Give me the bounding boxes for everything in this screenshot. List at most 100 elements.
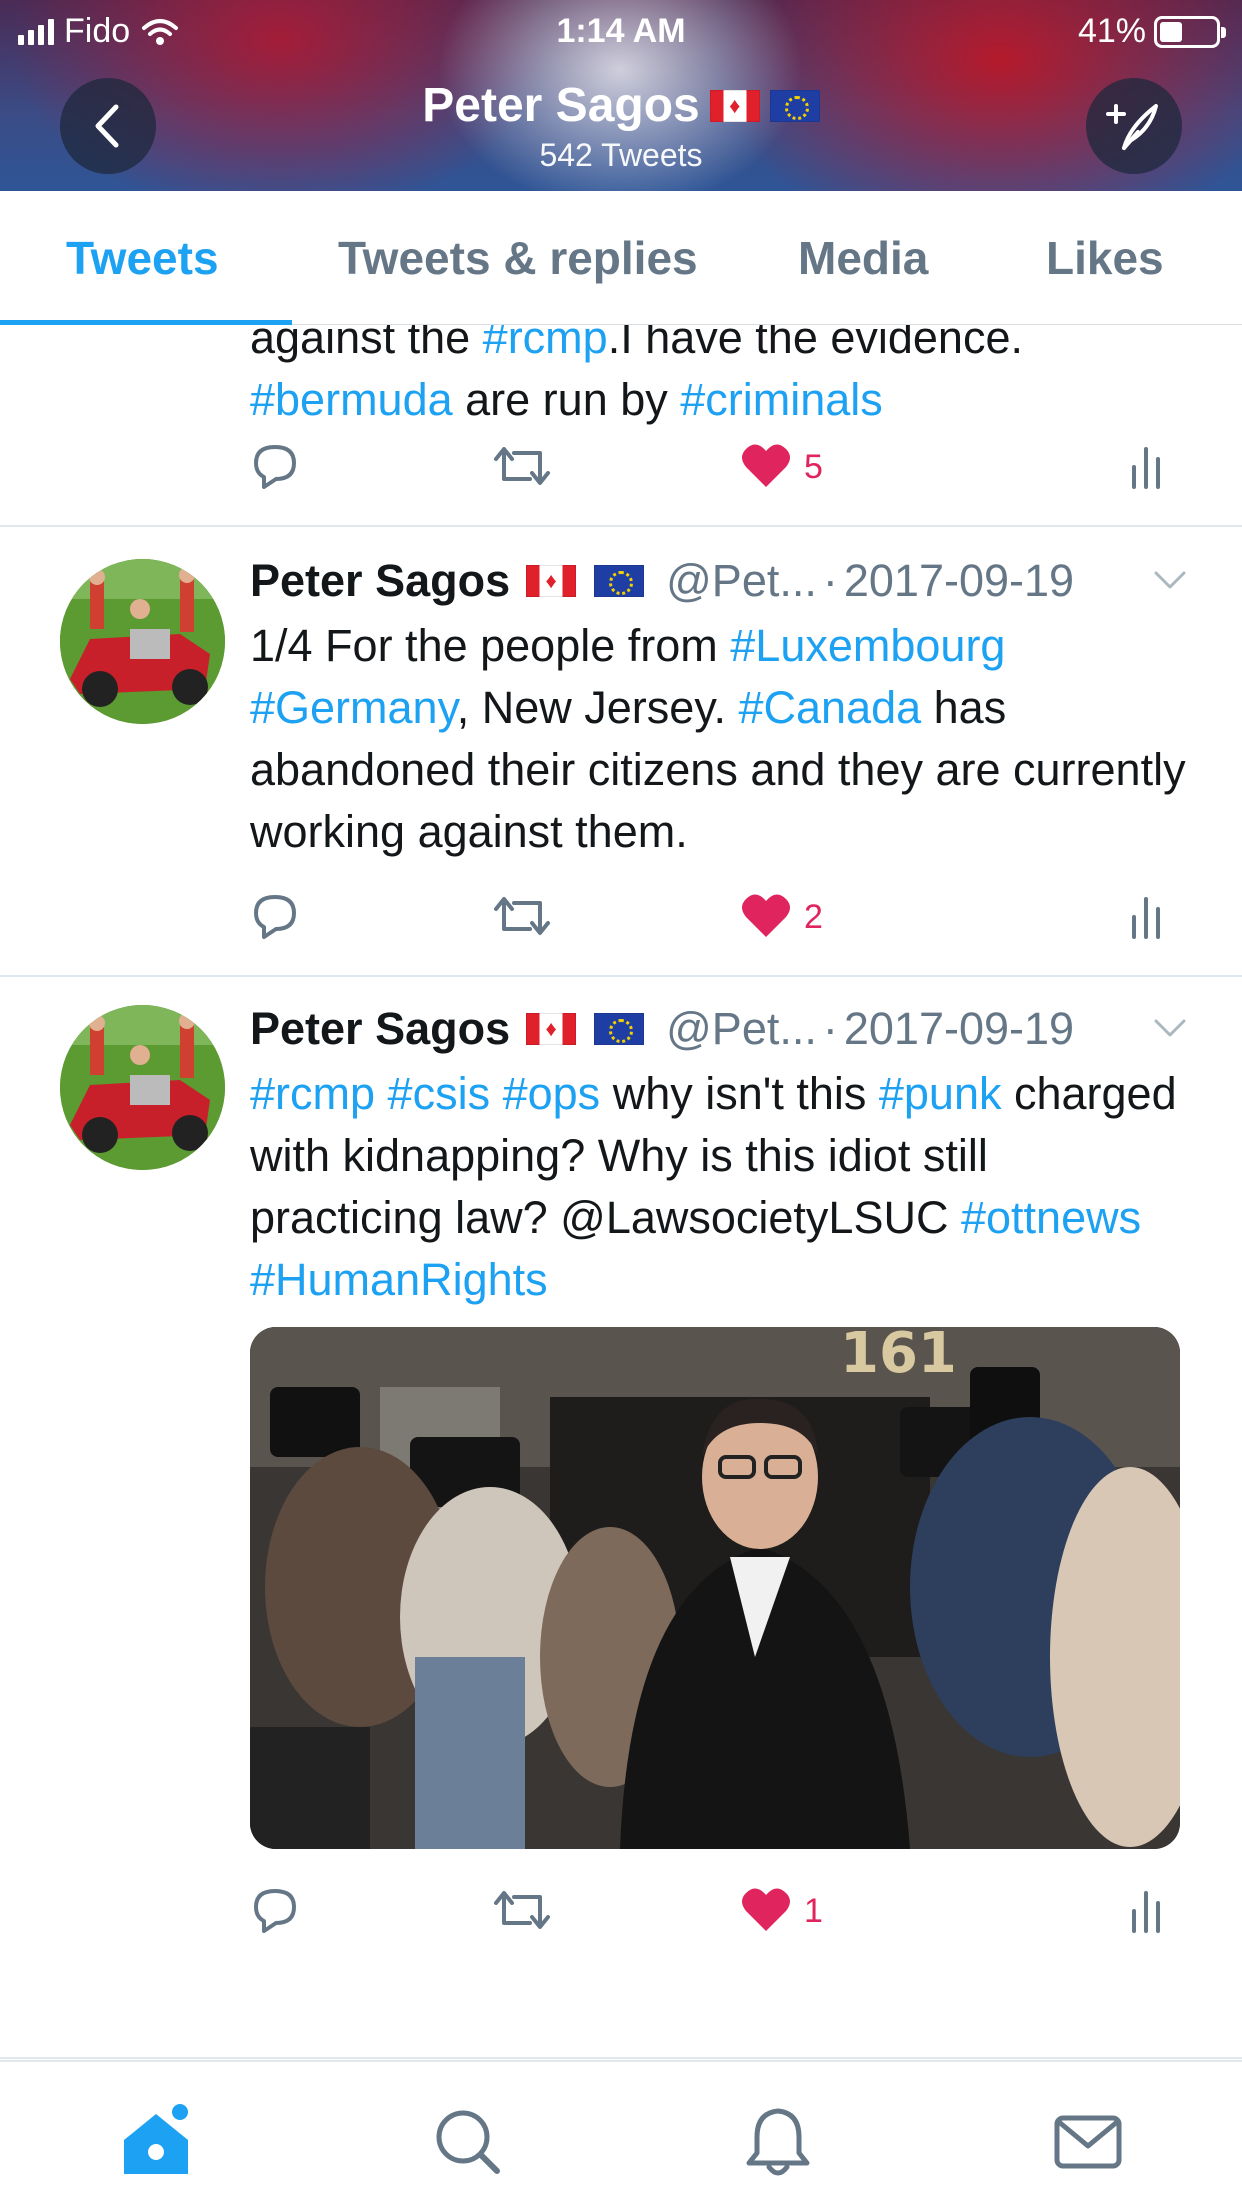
tweet-actions: 5	[250, 441, 1180, 501]
retweet-button[interactable]	[492, 1885, 552, 1940]
retweet-icon	[494, 897, 550, 935]
avatar-image	[60, 559, 225, 724]
analytics-button[interactable]	[1128, 441, 1168, 496]
chevron-down-icon[interactable]	[1152, 569, 1188, 596]
canada-flag-icon	[526, 565, 577, 597]
reply-icon	[254, 1889, 296, 1933]
reply-icon	[254, 445, 296, 489]
avatar[interactable]	[60, 1005, 225, 1170]
status-bar: Fido 1:14 AM 41%	[0, 0, 1242, 62]
tweet-text-segment	[490, 1068, 503, 1119]
tweet[interactable]: Peter Sagos @Pet... · 2017-09-19 1/4 For…	[0, 527, 1242, 977]
analytics-button[interactable]	[1128, 891, 1168, 946]
bottom-navigation	[0, 2060, 1242, 2208]
tweet-author-name: Peter Sagos	[250, 1003, 511, 1054]
avatar-image	[60, 1005, 225, 1170]
messages-tab[interactable]	[1048, 2102, 1128, 2182]
hashtag-link[interactable]: #ottnews	[961, 1192, 1141, 1243]
avatar[interactable]	[60, 559, 225, 724]
reply-icon	[254, 895, 296, 939]
tweet-media-photo[interactable]: 161	[250, 1327, 1180, 1849]
eu-flag-icon	[594, 1013, 645, 1045]
hashtag-link[interactable]: #csis	[388, 1068, 491, 1119]
hashtag-link[interactable]: #ops	[503, 1068, 601, 1119]
hashtag-link[interactable]: #Canada	[738, 682, 921, 733]
like-count: 1	[804, 1892, 823, 1930]
notifications-tab[interactable]	[738, 2102, 818, 2182]
canada-flag-icon	[709, 89, 760, 122]
hashtag-link[interactable]: #rcmp	[483, 325, 608, 363]
tab-likes[interactable]: Likes	[1046, 231, 1164, 285]
tweet-text-segment: against the	[250, 325, 483, 363]
like-button[interactable]: 1	[740, 1885, 823, 1938]
battery-icon	[1154, 15, 1226, 48]
retweet-icon	[494, 447, 550, 485]
tab-tweets-and-replies[interactable]: Tweets & replies	[338, 231, 698, 285]
tab-tweets[interactable]: Tweets	[66, 231, 219, 285]
tweet-text-segment	[375, 1068, 388, 1119]
like-count: 2	[804, 898, 823, 936]
retweet-button[interactable]	[492, 891, 552, 946]
tweet[interactable]: against the #rcmp.I have the evidence. #…	[0, 325, 1242, 527]
profile-title: Peter Sagos 542 Tweets	[0, 78, 1242, 174]
messages-envelope-icon	[1054, 2115, 1122, 2169]
tweet-date: 2017-09-19	[843, 555, 1075, 606]
hashtag-link[interactable]: #punk	[879, 1068, 1002, 1119]
hashtag-link[interactable]: #HumanRights	[250, 1254, 548, 1305]
tweet[interactable]: Peter Sagos @Pet... · 2017-09-19 #rcmp #…	[0, 977, 1242, 2059]
hashtag-link[interactable]: #criminals	[680, 374, 883, 425]
compose-tweet-button[interactable]	[1086, 78, 1182, 174]
hashtag-link[interactable]: #rcmp	[250, 1068, 375, 1119]
tweet-feed[interactable]: against the #rcmp.I have the evidence. #…	[0, 325, 1242, 2060]
photo-image: 161	[250, 1327, 1180, 1849]
chevron-down-icon[interactable]	[1152, 1017, 1188, 1044]
notifications-bell-icon	[746, 2108, 810, 2176]
tweet-author-handle: @Pet...	[666, 555, 817, 606]
tweet-actions: 1	[250, 1885, 1180, 1945]
tweet-text-segment: , New Jersey.	[456, 682, 739, 733]
heart-icon	[742, 894, 790, 937]
analytics-button[interactable]	[1128, 1885, 1168, 1940]
reply-button[interactable]	[250, 441, 300, 496]
tweet-header: Peter Sagos @Pet... · 2017-09-19	[250, 555, 1074, 607]
tweet-text: #rcmp #csis #ops why isn't this #punk ch…	[250, 1063, 1190, 1311]
eu-flag-icon	[594, 565, 645, 597]
clock: 1:14 AM	[556, 12, 686, 50]
hashtag-link[interactable]: #Germany	[250, 682, 457, 733]
tweet-count: 542 Tweets	[539, 137, 703, 173]
heart-icon	[742, 444, 790, 487]
tweet-text: 1/4 For the people from #Luxembourg #Ger…	[250, 615, 1190, 863]
retweet-icon	[494, 1891, 550, 1929]
home-tab[interactable]	[116, 2102, 196, 2182]
tweet-author-handle: @Pet...	[666, 1003, 817, 1054]
tweet-header: Peter Sagos @Pet... · 2017-09-19	[250, 1003, 1074, 1055]
profile-name: Peter Sagos	[422, 79, 700, 132]
tweet-text-segment: .I have the evidence.	[607, 325, 1023, 363]
tweet-text-segment: why isn't this	[600, 1068, 879, 1119]
retweet-button[interactable]	[492, 441, 552, 496]
hashtag-link[interactable]: #bermuda	[250, 374, 453, 425]
analytics-bars-icon	[1132, 897, 1160, 939]
tweet-actions: 2	[250, 891, 1180, 951]
hashtag-link[interactable]: #Luxembourg	[730, 620, 1005, 671]
heart-icon	[742, 1888, 790, 1931]
home-icon	[124, 2104, 188, 2174]
reply-button[interactable]	[250, 891, 300, 946]
tab-media[interactable]: Media	[798, 231, 928, 285]
canada-flag-icon	[526, 1013, 577, 1045]
search-icon	[436, 2110, 500, 2174]
tweet-text: against the #rcmp.I have the evidence. #…	[250, 325, 1190, 431]
like-button[interactable]: 5	[740, 441, 823, 494]
profile-tabs: Tweets Tweets & replies Media Likes	[0, 191, 1242, 325]
profile-header: Fido 1:14 AM 41% Peter Sagos 542 Tweets	[0, 0, 1242, 191]
tweet-author-name: Peter Sagos	[250, 555, 511, 606]
search-tab[interactable]	[428, 2102, 508, 2182]
like-button[interactable]: 2	[740, 891, 823, 944]
tweet-date: 2017-09-19	[843, 1003, 1075, 1054]
tweet-text-segment: 1/4 For the people from	[250, 620, 731, 671]
analytics-bars-icon	[1132, 1891, 1160, 1933]
like-count: 5	[804, 448, 823, 486]
reply-button[interactable]	[250, 1885, 300, 1940]
tweet-text-segment: are run by	[452, 374, 681, 425]
building-number: 161	[840, 1327, 957, 1386]
